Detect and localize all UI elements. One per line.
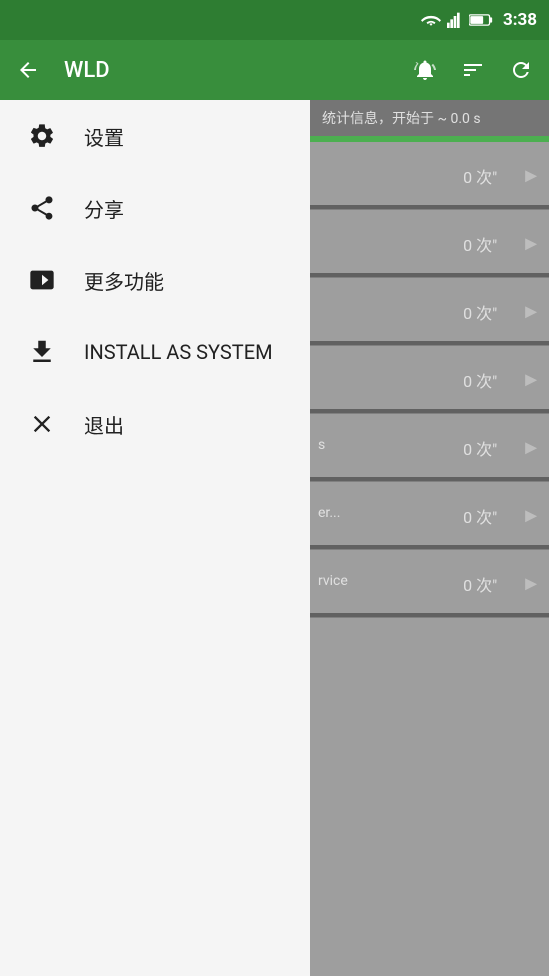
refresh-button[interactable] bbox=[501, 50, 541, 90]
count-value: 0 次" bbox=[463, 572, 497, 596]
right-panel-header: 统计信息，开始于 ~ 0.0 s bbox=[310, 100, 549, 136]
menu-item-more[interactable]: 更多功能 bbox=[0, 244, 310, 316]
settings-icon bbox=[24, 118, 60, 154]
download-icon bbox=[24, 334, 60, 370]
chevron-right-icon: ► bbox=[521, 571, 541, 596]
alarm-button[interactable] bbox=[405, 50, 445, 90]
exit-label: 退出 bbox=[84, 410, 124, 439]
right-panel: 统计信息，开始于 ~ 0.0 s 0 次" ► 0 次" ► 0 次" ► 0 … bbox=[310, 100, 549, 976]
more-icon bbox=[24, 262, 60, 298]
app-title: WLD bbox=[64, 58, 389, 83]
app-bar: WLD bbox=[0, 40, 549, 100]
filter-icon bbox=[461, 58, 485, 82]
row-progress bbox=[310, 545, 549, 549]
row-progress bbox=[310, 205, 549, 209]
count-value: 0 次" bbox=[463, 232, 497, 256]
install-label: INSTALL AS SYSTEM bbox=[84, 340, 273, 364]
settings-label: 设置 bbox=[84, 122, 124, 151]
row-progress bbox=[310, 477, 549, 481]
filter-button[interactable] bbox=[453, 50, 493, 90]
row-progress bbox=[310, 273, 549, 277]
table-row: 0 次" ► bbox=[310, 278, 549, 346]
menu-item-settings[interactable]: 设置 bbox=[0, 100, 310, 172]
count-value: 0 次" bbox=[463, 300, 497, 324]
row-progress bbox=[310, 341, 549, 345]
drawer-menu: 设置 分享 更多功能 bbox=[0, 100, 310, 976]
table-row: s 0 次" ► bbox=[310, 414, 549, 482]
chevron-right-icon: ► bbox=[521, 503, 541, 528]
row-progress bbox=[310, 613, 549, 617]
table-row: rvice 0 次" ► bbox=[310, 550, 549, 618]
wifi-icon bbox=[421, 12, 441, 28]
header-text: 统计信息，开始于 ~ 0.0 s bbox=[322, 108, 481, 128]
share-icon bbox=[24, 190, 60, 226]
table-row: 0 次" ► bbox=[310, 346, 549, 414]
chevron-right-icon: ► bbox=[521, 299, 541, 324]
status-icons: 3:38 bbox=[421, 10, 537, 30]
alarm-icon bbox=[413, 58, 437, 82]
refresh-icon bbox=[509, 58, 533, 82]
count-value: 0 次" bbox=[463, 504, 497, 528]
row-label: s bbox=[318, 437, 325, 453]
status-time: 3:38 bbox=[503, 10, 537, 30]
table-row: er... 0 次" ► bbox=[310, 482, 549, 550]
row-progress bbox=[310, 409, 549, 413]
count-value: 0 次" bbox=[463, 164, 497, 188]
back-button[interactable] bbox=[8, 50, 48, 90]
row-label: er... bbox=[318, 505, 340, 521]
chevron-right-icon: ► bbox=[521, 231, 541, 256]
menu-item-exit[interactable]: 退出 bbox=[0, 388, 310, 460]
count-value: 0 次" bbox=[463, 436, 497, 460]
chevron-right-icon: ► bbox=[521, 435, 541, 460]
table-row: 0 次" ► bbox=[310, 210, 549, 278]
menu-item-install[interactable]: INSTALL AS SYSTEM bbox=[0, 316, 310, 388]
status-bar: 3:38 bbox=[0, 0, 549, 40]
more-label: 更多功能 bbox=[84, 266, 164, 295]
app-bar-actions bbox=[405, 50, 541, 90]
chevron-right-icon: ► bbox=[521, 367, 541, 392]
menu-item-share[interactable]: 分享 bbox=[0, 172, 310, 244]
close-icon bbox=[24, 406, 60, 442]
table-row: 0 次" ► bbox=[310, 142, 549, 210]
content-area: 设置 分享 更多功能 bbox=[0, 100, 549, 976]
chevron-right-icon: ► bbox=[521, 163, 541, 188]
share-label: 分享 bbox=[84, 194, 124, 223]
signal-icon bbox=[447, 12, 463, 28]
row-label: rvice bbox=[318, 573, 348, 589]
count-value: 0 次" bbox=[463, 368, 497, 392]
battery-icon bbox=[469, 12, 493, 28]
